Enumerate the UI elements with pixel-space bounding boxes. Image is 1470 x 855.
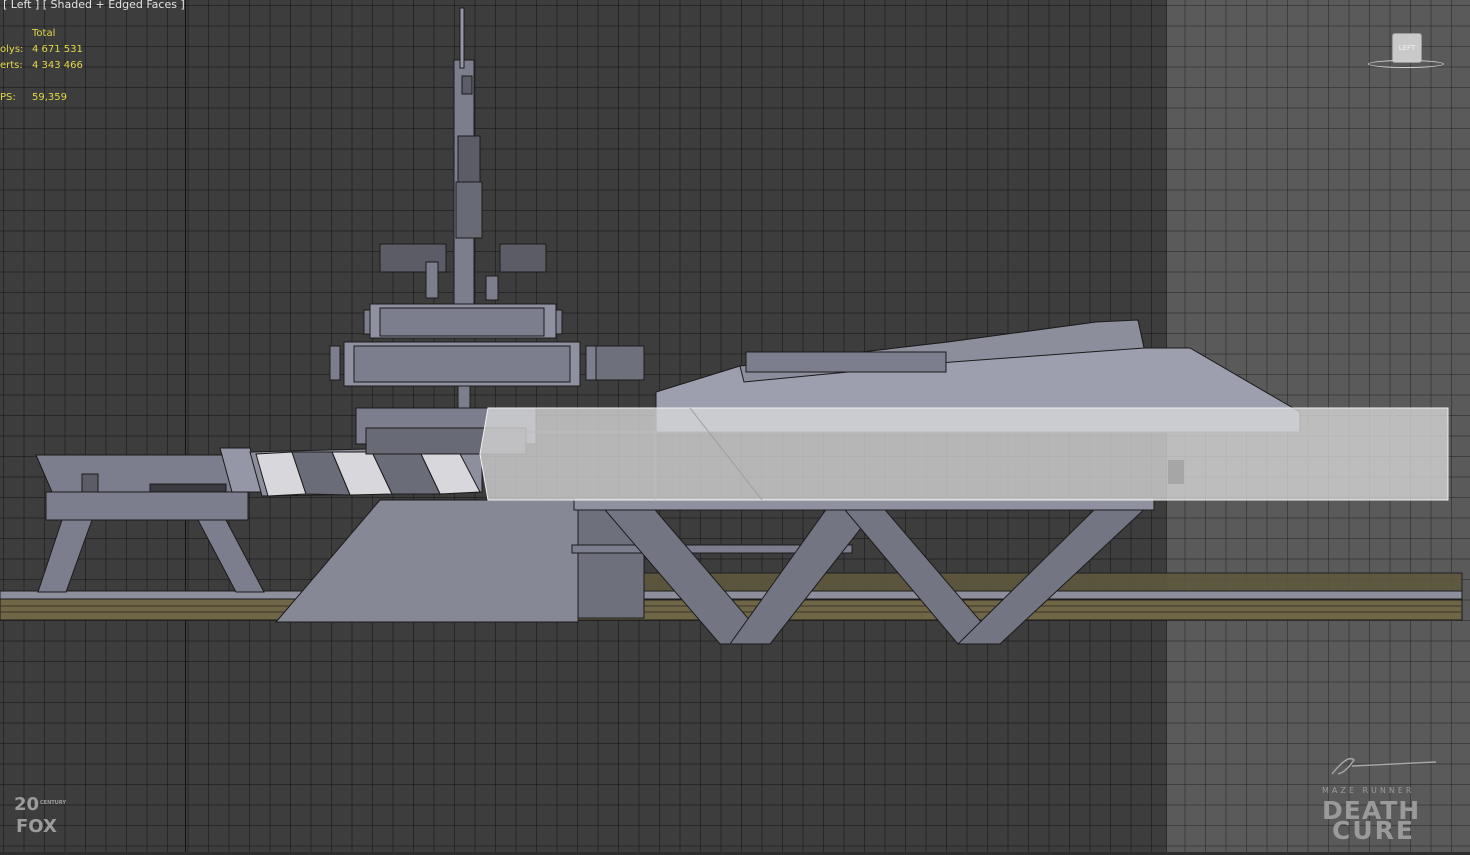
stats-fps-value: 59,359 (32, 92, 67, 103)
left-viewport[interactable]: [ Left ] [ Shaded + Edged Faces ] Total … (0, 0, 1470, 855)
stats-polys-value: 4 671 531 (32, 44, 83, 55)
selected-box[interactable] (479, 407, 1449, 501)
viewcube-compass-ring[interactable] (1368, 60, 1444, 68)
stats-fps-label: PS: (0, 92, 16, 103)
film-logo: MAZE RUNNER DEATH CURE (1318, 752, 1450, 845)
film-title-line2: CURE (1332, 816, 1415, 845)
stats-polys-label: olys: (0, 44, 24, 55)
support-legs (573, 497, 1155, 645)
signature-mark (1331, 757, 1437, 775)
viewport-label[interactable]: [ Left ] [ Shaded + Edged Faces ] (3, 0, 185, 11)
studio-logo-line1: 20 (14, 794, 40, 815)
scene-model[interactable] (0, 0, 1470, 855)
stats-verts-value: 4 343 466 (32, 60, 83, 71)
film-subtitle: MAZE RUNNER (1322, 786, 1415, 795)
viewcube[interactable]: LEFT (1368, 30, 1446, 72)
viewcube-face[interactable]: LEFT (1392, 33, 1422, 63)
studio-logo-line2: CENTURY (40, 800, 66, 806)
studio-logo: 20 CENTURY FOX (6, 792, 68, 840)
stats-header: Total (32, 28, 56, 39)
studio-logo-line3: FOX (16, 816, 57, 837)
stats-verts-label: erts: (0, 60, 23, 71)
central-tower (329, 7, 645, 455)
